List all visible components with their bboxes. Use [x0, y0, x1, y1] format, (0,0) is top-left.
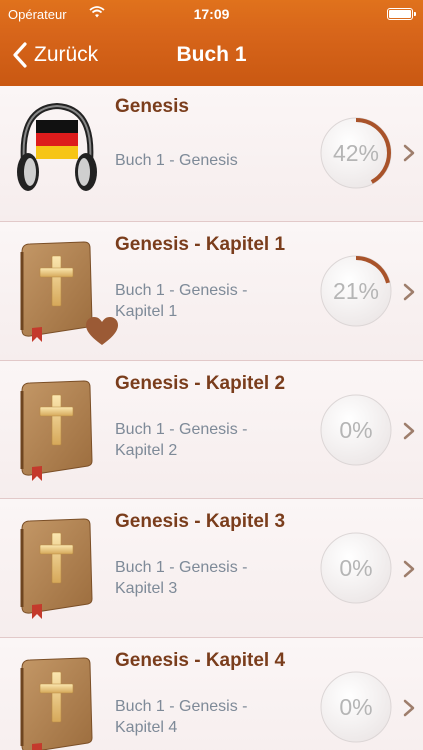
list-item[interactable]: Genesis Buch 1 - Genesis 42% — [0, 86, 423, 222]
item-subtitle: Buch 1 - Genesis - Kapitel 2 — [115, 419, 305, 461]
item-subtitle-line-1: Buch 1 - Genesis - — [115, 697, 248, 715]
list-item[interactable]: Genesis - Kapitel 1 Buch 1 - Genesis - K… — [0, 222, 423, 361]
chevron-right-icon — [403, 422, 415, 440]
chapter-list: Genesis Buch 1 - Genesis 42% Genesis - K… — [0, 86, 423, 750]
progress-circle: 42% — [319, 116, 393, 190]
status-time: 17:09 — [193, 6, 230, 22]
item-subtitle-line-1: Buch 1 - Genesis — [115, 152, 238, 169]
item-title: Genesis - Kapitel 4 — [115, 649, 286, 671]
progress-label: 0% — [339, 416, 373, 443]
item-subtitle-line-2: Kapitel 2 — [115, 441, 178, 459]
item-subtitle-line-2: Kapitel 3 — [115, 580, 178, 597]
progress-label: 0% — [339, 555, 373, 581]
page-title: Buch 1 — [176, 43, 247, 66]
list-item[interactable]: Genesis - Kapitel 2 Buch 1 - Genesis - K… — [0, 360, 423, 499]
item-title: Genesis - Kapitel 3 — [115, 511, 286, 532]
chevron-right-icon — [403, 144, 415, 162]
chevron-right-icon — [403, 699, 415, 717]
progress-label: 0% — [339, 693, 373, 720]
navigation-header: Opérateur 17:09 Zurück Buch 1 — [0, 0, 423, 86]
headphones-germany-flag-icon — [17, 102, 97, 191]
item-subtitle-line-1: Buch 1 - Genesis - — [115, 559, 248, 576]
item-subtitle: Buch 1 - Genesis - Kapitel 3 — [115, 557, 305, 599]
bible-book-icon — [14, 654, 100, 750]
status-bar: Opérateur 17:09 — [0, 0, 423, 28]
chevron-right-icon — [403, 560, 415, 578]
battery-icon — [387, 8, 416, 20]
heart-icon — [86, 317, 118, 345]
chevron-right-icon — [403, 283, 415, 301]
item-subtitle-line-2: Kapitel 4 — [115, 718, 178, 736]
progress-circle: 0% — [319, 393, 393, 467]
item-title: Genesis — [115, 96, 189, 117]
item-subtitle: Buch 1 - Genesis - Kapitel 1 — [115, 280, 305, 322]
item-subtitle-line-1: Buch 1 - Genesis - — [115, 282, 248, 299]
progress-label: 21% — [332, 278, 380, 304]
progress-label: 42% — [332, 140, 380, 166]
progress-circle: 21% — [319, 254, 393, 328]
item-subtitle: Buch 1 - Genesis — [115, 150, 305, 171]
progress-circle: 0% — [319, 531, 393, 605]
item-title: Genesis - Kapitel 2 — [115, 372, 286, 394]
progress-circle: 0% — [319, 670, 393, 744]
bible-book-icon — [14, 515, 100, 619]
list-item[interactable]: Genesis - Kapitel 3 Buch 1 - Genesis - K… — [0, 499, 423, 638]
list-item[interactable]: Genesis - Kapitel 4 Buch 1 - Genesis - K… — [0, 637, 423, 750]
item-title: Genesis - Kapitel 1 — [115, 234, 286, 255]
item-subtitle-line-1: Buch 1 - Genesis - — [115, 420, 248, 438]
item-subtitle-line-2: Kapitel 1 — [115, 303, 178, 320]
item-subtitle: Buch 1 - Genesis - Kapitel 4 — [115, 696, 305, 738]
bible-book-icon — [14, 377, 100, 481]
